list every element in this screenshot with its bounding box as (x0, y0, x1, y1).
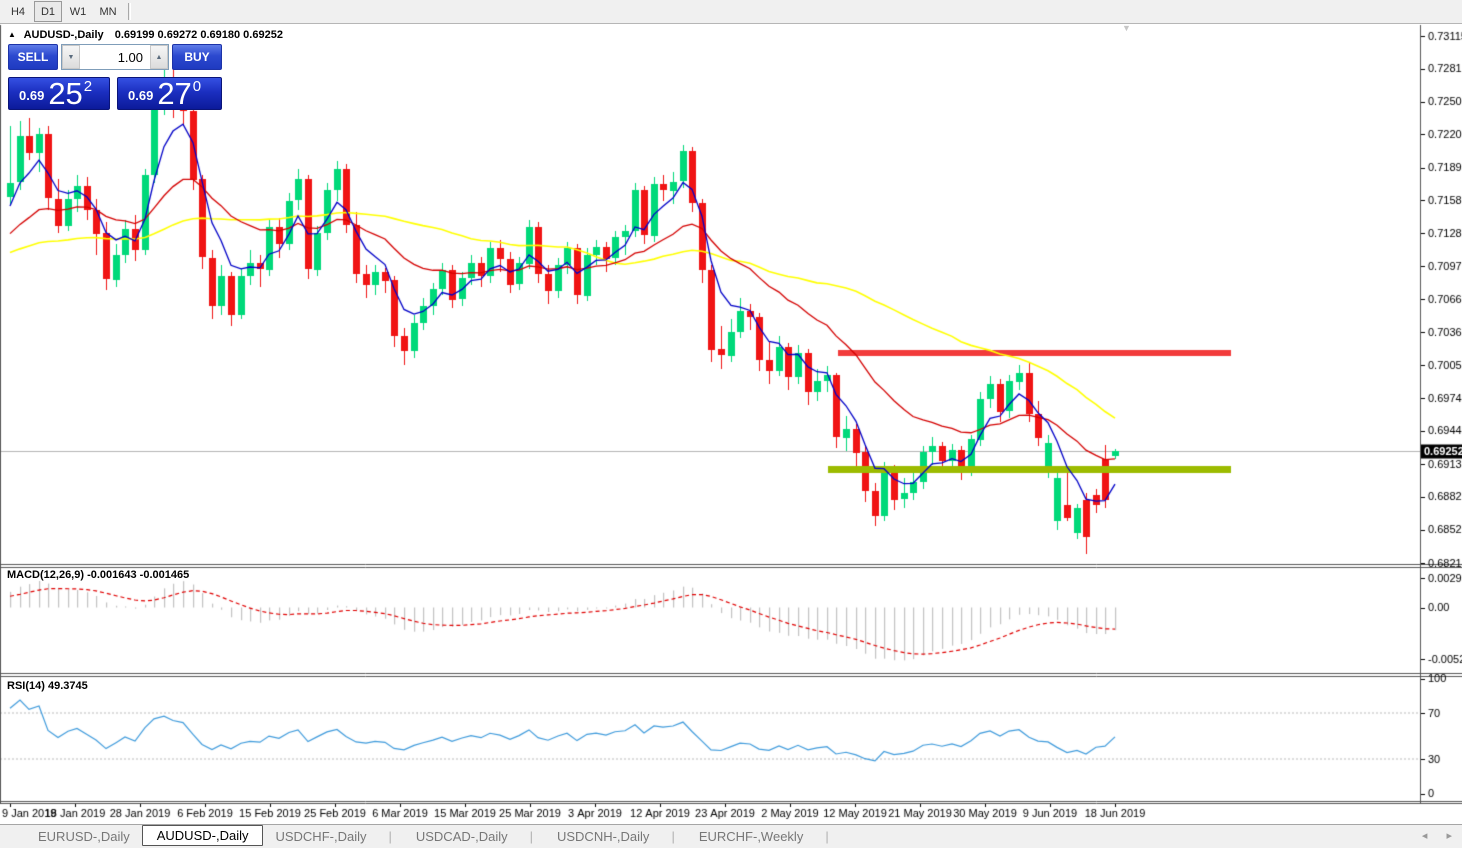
volume-decrease-icon[interactable]: ▼ (62, 45, 80, 69)
chart-title: ▲ AUDUSD-,Daily 0.69199 0.69272 0.69180 … (8, 29, 283, 41)
ask-big-digits: 27 (157, 81, 191, 106)
macd-indicator-label: MACD(12,26,9) -0.001643 -0.001465 (7, 569, 189, 581)
timeframe-button-mn[interactable]: MN (94, 1, 122, 22)
autoscroll-marker-icon[interactable]: ▼ (1122, 23, 1131, 33)
volume-spinner: ▼ 1.00 ▲ (61, 44, 169, 70)
chart-ohlc-values: 0.69199 0.69272 0.69180 0.69252 (115, 29, 283, 41)
timeframe-button-h4[interactable]: H4 (4, 1, 32, 22)
sell-button[interactable]: SELL (8, 44, 58, 70)
tab-scroll-right-icon[interactable]: ▸ (1446, 830, 1452, 842)
tab-usdcnh-daily[interactable]: USDCNH-,Daily (545, 827, 687, 846)
volume-input[interactable]: 1.00 (80, 45, 150, 69)
timeframe-button-w1[interactable]: W1 (64, 1, 92, 22)
tab-usdchf-daily[interactable]: USDCHF-,Daily (263, 827, 403, 846)
tab-scroll-left-icon[interactable]: ◂ (1422, 830, 1428, 842)
bid-prefix: 0.69 (19, 88, 44, 103)
chart-tab-bar: EURUSD-,Daily AUDUSD-,Daily USDCHF-,Dail… (0, 824, 1462, 848)
volume-increase-icon[interactable]: ▲ (150, 45, 168, 69)
ask-price-button[interactable]: 0.69 27 0 (117, 77, 222, 110)
chart-symbol-label: AUDUSD-,Daily (24, 29, 104, 41)
bid-big-digits: 25 (48, 81, 82, 106)
toolbar-separator (128, 3, 131, 20)
tab-audusd-daily[interactable]: AUDUSD-,Daily (142, 825, 264, 846)
chart-canvas[interactable] (0, 0, 1462, 848)
rsi-indicator-label: RSI(14) 49.3745 (7, 680, 88, 692)
bid-pipette-digit: 2 (84, 80, 92, 94)
tab-usdcad-daily[interactable]: USDCAD-,Daily (404, 827, 545, 846)
bid-price-button[interactable]: 0.69 25 2 (8, 77, 110, 110)
collapse-marker-icon[interactable]: ▲ (8, 30, 16, 39)
buy-button[interactable]: BUY (172, 44, 222, 70)
tab-eurchf-weekly[interactable]: EURCHF-,Weekly (687, 827, 841, 846)
ask-prefix: 0.69 (128, 88, 153, 103)
timeframe-toolbar: H4 D1 W1 MN (0, 0, 1462, 24)
timeframe-button-d1[interactable]: D1 (34, 1, 62, 22)
one-click-trade-panel: SELL ▼ 1.00 ▲ BUY 0.69 25 2 0.69 27 0 (8, 44, 222, 110)
tab-eurusd-daily[interactable]: EURUSD-,Daily (26, 827, 142, 846)
ask-pipette-digit: 0 (193, 80, 201, 94)
application-window: H4 D1 W1 MN ▲ AUDUSD-,Daily 0.69199 0.69… (0, 0, 1462, 848)
tab-scroll-controls: ◂ ▸ (1406, 829, 1452, 842)
